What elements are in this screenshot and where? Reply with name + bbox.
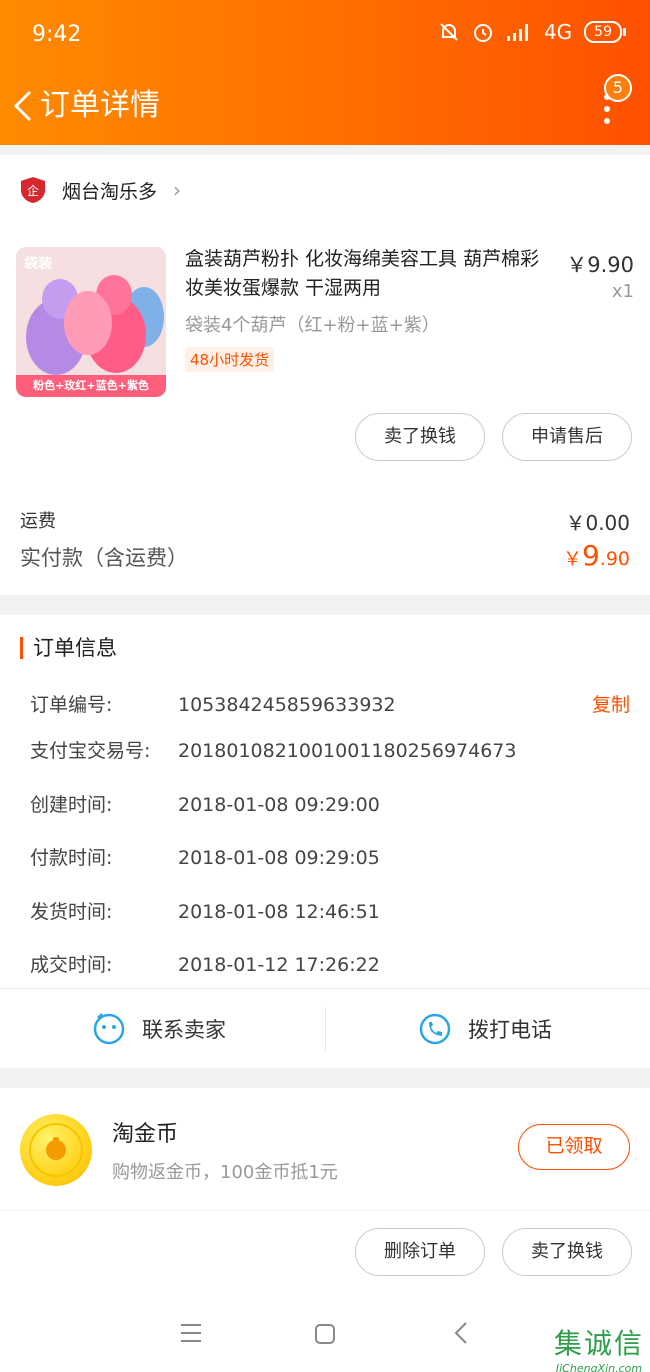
product-price: ￥9.90 bbox=[566, 253, 634, 277]
product-sku: 袋装4个葫芦（红+粉+蓝+紫） bbox=[185, 315, 440, 336]
shipping-fee-label: 运费 bbox=[20, 511, 56, 532]
menu-icon[interactable] bbox=[180, 1323, 202, 1343]
battery-icon: 59 bbox=[584, 21, 626, 43]
sell-for-cash-button-footer[interactable]: 卖了换钱 bbox=[502, 1228, 632, 1276]
network-type: 4G bbox=[543, 20, 573, 44]
status-bar: 9:42 4G 59 bbox=[0, 0, 650, 72]
call-phone-button[interactable]: 拨打电话 bbox=[418, 989, 552, 1069]
contact-bar: 联系卖家 拨打电话 bbox=[0, 988, 650, 1068]
info-label: 订单编号: bbox=[30, 694, 113, 716]
thumbnail-tag: 袋装 bbox=[24, 256, 52, 272]
info-row-created: 创建时间: 2018-01-08 09:29:00 bbox=[30, 790, 380, 817]
order-info-card: 订单信息 订单编号: 105384245859633932 复制 支付宝交易号: 2… bbox=[0, 615, 650, 988]
shipped-time: 2018-01-08 12:46:51 bbox=[178, 901, 380, 923]
delete-order-button[interactable]: 删除订单 bbox=[355, 1228, 485, 1276]
info-label: 发货时间: bbox=[30, 901, 113, 923]
status-icons: 4G 59 bbox=[438, 20, 626, 44]
sell-for-cash-button[interactable]: 卖了换钱 bbox=[355, 413, 485, 461]
shop-enterprise-icon: 企 bbox=[21, 177, 45, 203]
alarm-icon bbox=[473, 24, 492, 42]
gold-coin-icon bbox=[20, 1114, 92, 1186]
info-row-shipped: 发货时间: 2018-01-08 12:46:51 bbox=[30, 897, 380, 924]
gold-coin-title: 淘金币 bbox=[112, 1122, 179, 1147]
copy-order-number-button[interactable]: 复制 bbox=[592, 690, 630, 717]
contact-seller-label: 联系卖家 bbox=[142, 1018, 226, 1042]
shop-name: 烟台淘乐多 bbox=[62, 180, 158, 203]
contact-seller-button[interactable]: 联系卖家 bbox=[92, 989, 226, 1069]
paid-currency: ￥ bbox=[562, 548, 582, 570]
shop-row[interactable]: 企 烟台淘乐多 › bbox=[20, 175, 181, 205]
paid-amount-label: 实付款（含运费） bbox=[20, 546, 188, 570]
footer-actions: 删除订单 卖了换钱 bbox=[0, 1211, 650, 1295]
gold-coin-desc: 购物返金币，100金币抵1元 bbox=[112, 1162, 338, 1183]
shipping-tag: 48小时发货 bbox=[185, 347, 275, 372]
gold-coin-card: 淘金币 购物返金币，100金币抵1元 已领取 bbox=[0, 1088, 650, 1210]
watermark-en: JiChengXin.com bbox=[555, 1362, 643, 1372]
thumbnail-caption: 粉色+玫红+蓝色+紫色 bbox=[16, 375, 166, 397]
watermark-cn: 集诚信 bbox=[553, 1327, 644, 1360]
paid-integer: 9 bbox=[581, 539, 600, 572]
info-row-alipay-number: 支付宝交易号: 2018010821001001180256974673 bbox=[30, 736, 516, 763]
home-icon[interactable] bbox=[314, 1323, 336, 1345]
paid-amount-value: ￥9.90 bbox=[563, 539, 630, 572]
paid-decimal: .90 bbox=[599, 548, 630, 570]
back-icon[interactable] bbox=[452, 1321, 470, 1345]
chevron-right-icon: › bbox=[173, 178, 182, 202]
dot bbox=[604, 118, 610, 124]
battery-level: 59 bbox=[594, 24, 612, 40]
coins-received-button[interactable]: 已领取 bbox=[518, 1124, 630, 1170]
product-quantity: x1 bbox=[611, 281, 634, 302]
mute-bell-icon bbox=[440, 23, 458, 41]
order-number: 105384245859633932 bbox=[178, 694, 396, 716]
divider bbox=[325, 1007, 326, 1051]
chat-face-icon bbox=[93, 1013, 125, 1045]
product-title[interactable]: 盒装葫芦粉扑 化妆海绵美容工具 葫芦棉彩妆美妆蛋爆款 干湿两用 bbox=[185, 245, 555, 303]
created-time: 2018-01-08 09:29:00 bbox=[178, 794, 380, 816]
call-phone-label: 拨打电话 bbox=[468, 1018, 552, 1042]
apply-aftersale-button[interactable]: 申请售后 bbox=[502, 413, 632, 461]
dot bbox=[604, 106, 610, 112]
info-label: 成交时间: bbox=[30, 954, 113, 976]
watermark: 集诚信 JiChengXin.com bbox=[554, 1322, 644, 1372]
phone-icon bbox=[419, 1013, 451, 1045]
product-card: 企 烟台淘乐多 › 袋装 粉色+玫红+蓝色+紫色 盒装葫芦粉扑 化妆海绵美容工具… bbox=[0, 155, 650, 595]
completed-time: 2018-01-12 17:26:22 bbox=[178, 954, 380, 976]
message-count-badge: 5 bbox=[604, 74, 632, 102]
order-info-title: 订单信息 bbox=[20, 637, 117, 659]
shipping-fee-value: ￥0.00 bbox=[565, 511, 630, 535]
info-row-order-number: 订单编号: 105384245859633932 bbox=[30, 690, 396, 717]
back-arrow-icon[interactable] bbox=[10, 86, 40, 126]
app-header: 9:42 4G 59 订单详情 5 bbox=[0, 0, 650, 145]
info-row-completed: 成交时间: 2018-01-12 17:26:22 bbox=[30, 950, 380, 977]
status-time: 9:42 bbox=[32, 22, 82, 47]
info-row-paid: 付款时间: 2018-01-08 09:29:05 bbox=[30, 843, 380, 870]
system-nav-bar bbox=[0, 1295, 650, 1372]
info-label: 创建时间: bbox=[30, 794, 113, 816]
info-label: 付款时间: bbox=[30, 847, 113, 869]
alipay-trade-number: 2018010821001001180256974673 bbox=[178, 740, 517, 762]
paid-time: 2018-01-08 09:29:05 bbox=[178, 847, 380, 869]
signal-icon bbox=[506, 24, 528, 41]
svg-text:企: 企 bbox=[27, 183, 39, 198]
page-title: 订单详情 bbox=[40, 88, 160, 123]
info-label: 支付宝交易号: bbox=[30, 740, 151, 762]
product-thumbnail[interactable]: 袋装 粉色+玫红+蓝色+紫色 bbox=[16, 247, 166, 397]
